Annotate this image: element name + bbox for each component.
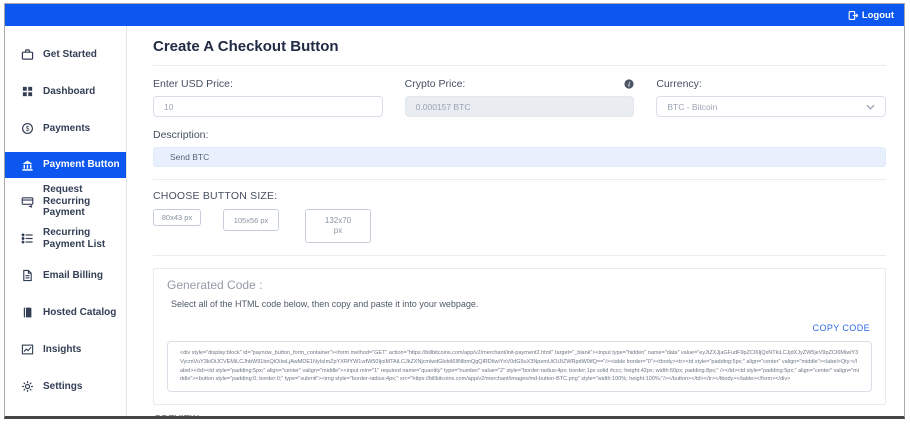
sidebar-item-label: Recurring Payment List — [43, 227, 106, 250]
button-size-label: CHOOSE BUTTON SIZE: — [153, 190, 278, 202]
crypto-price-value: 0.000157 BTC — [404, 96, 635, 117]
sidebar-item-settings[interactable]: Settings — [5, 368, 126, 405]
top-navbar: Logout — [5, 4, 904, 26]
dollar-circle-icon: $ — [21, 122, 34, 135]
sidebar: Get Started Dashboard $ Payments Payment… — [5, 26, 127, 416]
copy-code-link[interactable]: COPY CODE — [813, 323, 870, 333]
section-divider — [153, 255, 886, 256]
crypto-price-label: Crypto Price: — [404, 78, 466, 90]
info-icon[interactable]: i — [624, 79, 634, 89]
sidebar-item-label: Dashboard — [43, 85, 96, 97]
currency-selected-value: BTC - Bitcoin — [667, 101, 718, 112]
sidebar-item-hosted-catalog[interactable]: Hosted Catalog — [5, 294, 126, 331]
logout-label: Logout — [861, 9, 894, 21]
sidebar-item-insights[interactable]: Insights — [5, 331, 126, 368]
size-option-medium[interactable]: 105x56 px — [223, 209, 279, 231]
svg-text:$: $ — [26, 126, 30, 133]
size-option-large[interactable]: 132x70 px — [305, 209, 371, 243]
chart-icon — [21, 343, 34, 356]
app-window: Logout Get Started Dashboard $ Payments … — [4, 3, 905, 419]
logout-button[interactable]: Logout — [848, 10, 894, 21]
generated-code-box[interactable]: <div style="display:block" id="paynow_bu… — [167, 341, 872, 393]
crypto-price-group: Crypto Price: i 0.000157 BTC — [404, 78, 635, 117]
sidebar-item-payment-button[interactable]: Payment Button — [5, 152, 126, 178]
size-option-small[interactable]: 80x43 px — [153, 209, 201, 226]
preview-section: PREVIEW: Click and choose a button to se… — [153, 414, 886, 416]
generated-code-instructions: Select all of the HTML code below, then … — [171, 299, 479, 309]
sidebar-item-payments[interactable]: $ Payments — [5, 110, 126, 147]
sidebar-item-recurring-payment-list[interactable]: Recurring Payment List — [5, 220, 126, 257]
sidebar-item-email-billing[interactable]: Email Billing — [5, 257, 126, 294]
grid-icon — [21, 85, 34, 98]
description-label: Description: — [153, 129, 209, 141]
description-field[interactable]: Send BTC — [153, 147, 886, 167]
sidebar-item-label: Insights — [43, 343, 82, 355]
generated-code-title: Generated Code : — [167, 278, 263, 292]
sidebar-item-label: Get Started — [43, 48, 97, 60]
sidebar-item-label: Payments — [43, 122, 91, 134]
page-title: Create A Checkout Button — [153, 38, 886, 66]
chevron-down-icon — [866, 104, 875, 110]
list-icon — [21, 232, 34, 245]
currency-group: Currency: BTC - Bitcoin — [656, 78, 886, 117]
button-size-options: 80x43 px 105x56 px 132x70 px — [153, 209, 886, 243]
generated-code-panel: Generated Code : Select all of the HTML … — [153, 268, 886, 406]
description-group: Description: Send BTC — [153, 129, 886, 167]
bank-icon — [21, 159, 34, 172]
svg-text:i: i — [628, 81, 630, 88]
preview-title: PREVIEW: — [155, 414, 886, 416]
currency-label: Currency: — [656, 78, 702, 90]
logout-icon — [848, 10, 859, 21]
usd-price-group: Enter USD Price: — [153, 78, 383, 117]
usd-price-input[interactable] — [153, 96, 383, 117]
file-icon — [21, 269, 34, 282]
sidebar-item-get-started[interactable]: Get Started — [5, 36, 126, 73]
sidebar-item-label: Request Recurring Payment — [43, 184, 91, 219]
sidebar-item-label: Hosted Catalog — [43, 306, 117, 318]
section-divider — [153, 179, 886, 180]
card-arrow-icon — [21, 195, 34, 208]
sidebar-item-label: Settings — [43, 380, 83, 392]
currency-select[interactable]: BTC - Bitcoin — [656, 96, 886, 117]
gear-icon — [21, 380, 34, 393]
usd-price-label: Enter USD Price: — [153, 78, 233, 90]
briefcase-icon — [21, 48, 34, 61]
sidebar-item-label: Email Billing — [43, 269, 104, 281]
sidebar-item-request-recurring-payment[interactable]: Request Recurring Payment — [5, 183, 126, 220]
price-form-row: Enter USD Price: Crypto Price: i 0.000 — [153, 78, 886, 117]
sidebar-item-label: Payment Button — [43, 159, 120, 171]
book-icon — [21, 306, 34, 319]
main-content: Create A Checkout Button Enter USD Price… — [127, 26, 904, 416]
sidebar-item-dashboard[interactable]: Dashboard — [5, 73, 126, 110]
